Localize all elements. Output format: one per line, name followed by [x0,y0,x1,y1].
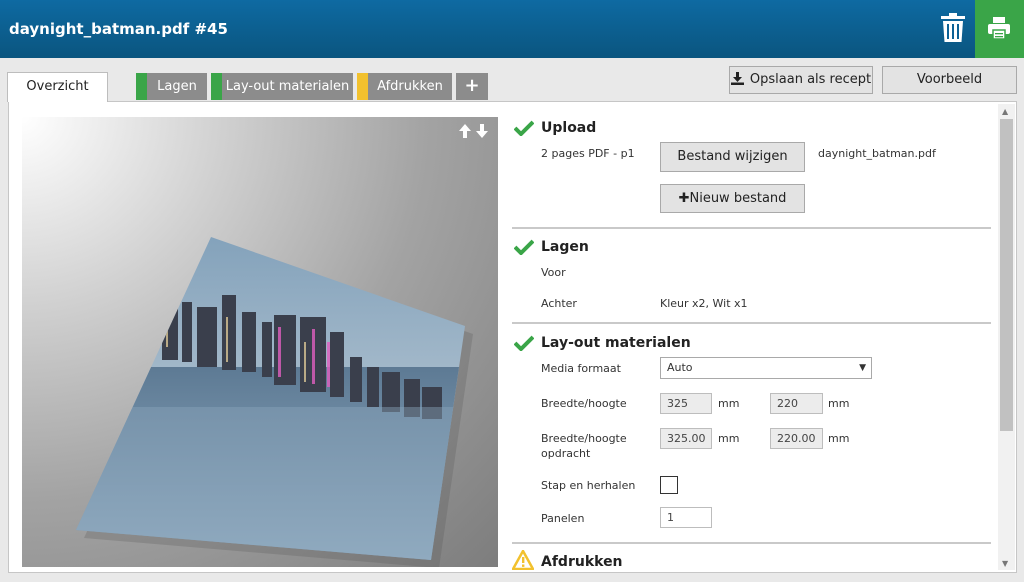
status-strip [211,73,222,100]
layout-title: Lay-out materialen [541,335,691,351]
panels-label: Panelen [541,512,585,525]
print-button[interactable] [975,0,1024,58]
arrow-down-icon[interactable] [476,124,489,138]
scroll-down-icon[interactable]: ▼ [1002,559,1008,568]
printer-icon [988,17,1010,40]
height-field[interactable]: 220 [770,393,823,414]
divider [512,227,991,229]
tab-lagen[interactable]: Lagen [136,73,207,100]
tab-label: Overzicht [26,79,89,94]
media-format-select[interactable]: Auto ▼ [660,357,872,379]
plus-icon: ✚ [678,191,690,206]
check-icon [514,239,534,255]
status-strip [136,73,147,100]
size-label: Breedte/hoogte [541,397,627,410]
tab-afdrukken[interactable]: Afdrukken [357,73,452,100]
new-file-label: Nieuw bestand [689,191,787,206]
document-title: daynight_batman.pdf #45 [9,20,228,38]
step-repeat-checkbox[interactable] [660,476,678,494]
caret-down-icon: ▼ [859,363,866,373]
plus-icon: + [464,75,480,96]
arrow-up-icon[interactable] [459,124,471,138]
unit-label: mm [828,397,850,410]
upload-filename: daynight_batman.pdf [818,147,936,160]
app-header: daynight_batman.pdf #45 [0,0,1024,58]
layers-title: Lagen [541,239,589,255]
unit-label: mm [718,397,740,410]
media-format-label: Media formaat [541,362,621,375]
change-file-label: Bestand wijzigen [677,149,788,164]
divider [512,542,991,544]
tab-layout-materialen[interactable]: Lay-out materialen [211,73,353,100]
tab-label: Afdrukken [377,79,443,94]
preview-image [76,237,473,567]
change-file-button[interactable]: Bestand wijzigen [660,142,805,172]
save-recipe-label: Opslaan als recept [749,72,872,87]
download-icon [730,72,744,85]
trash-icon[interactable] [938,12,968,44]
reorder-arrows[interactable] [459,123,489,142]
print-title: Afdrukken [541,554,623,570]
preview-label: Voorbeeld [916,72,983,87]
step-repeat-label: Stap en herhalen [541,479,636,492]
check-icon [514,335,534,351]
check-icon [514,120,534,136]
order-height-field[interactable]: 220.00 [770,428,823,449]
preview-button[interactable]: Voorbeeld [882,66,1017,94]
width-field[interactable]: 325 [660,393,712,414]
save-recipe-button[interactable]: Opslaan als recept [729,66,873,94]
upload-title: Upload [541,120,597,136]
scrollbar-thumb[interactable] [1000,119,1013,431]
back-layer-value: Kleur x2, Wit x1 [660,297,748,310]
unit-label: mm [828,432,850,445]
front-layer-label: Voor [541,266,566,279]
order-width-field[interactable]: 325.00 [660,428,712,449]
order-size-label: Breedte/hoogte [541,432,627,445]
unit-label: mm [718,432,740,445]
status-strip [357,73,368,100]
divider [512,322,991,324]
tab-overzicht[interactable]: Overzicht [7,72,108,102]
scroll-up-icon[interactable]: ▲ [1002,107,1008,116]
media-format-value: Auto [667,361,693,374]
warning-icon [512,550,534,570]
tab-label: Lay-out materialen [225,79,350,94]
back-layer-label: Achter [541,297,577,310]
panels-field[interactable]: 1 [660,507,712,528]
add-tab-button[interactable]: + [456,73,488,100]
new-file-button[interactable]: ✚Nieuw bestand [660,184,805,213]
print-preview [22,117,498,567]
order-size-label-2: opdracht [541,447,591,460]
upload-info: 2 pages PDF - p1 [541,147,635,160]
